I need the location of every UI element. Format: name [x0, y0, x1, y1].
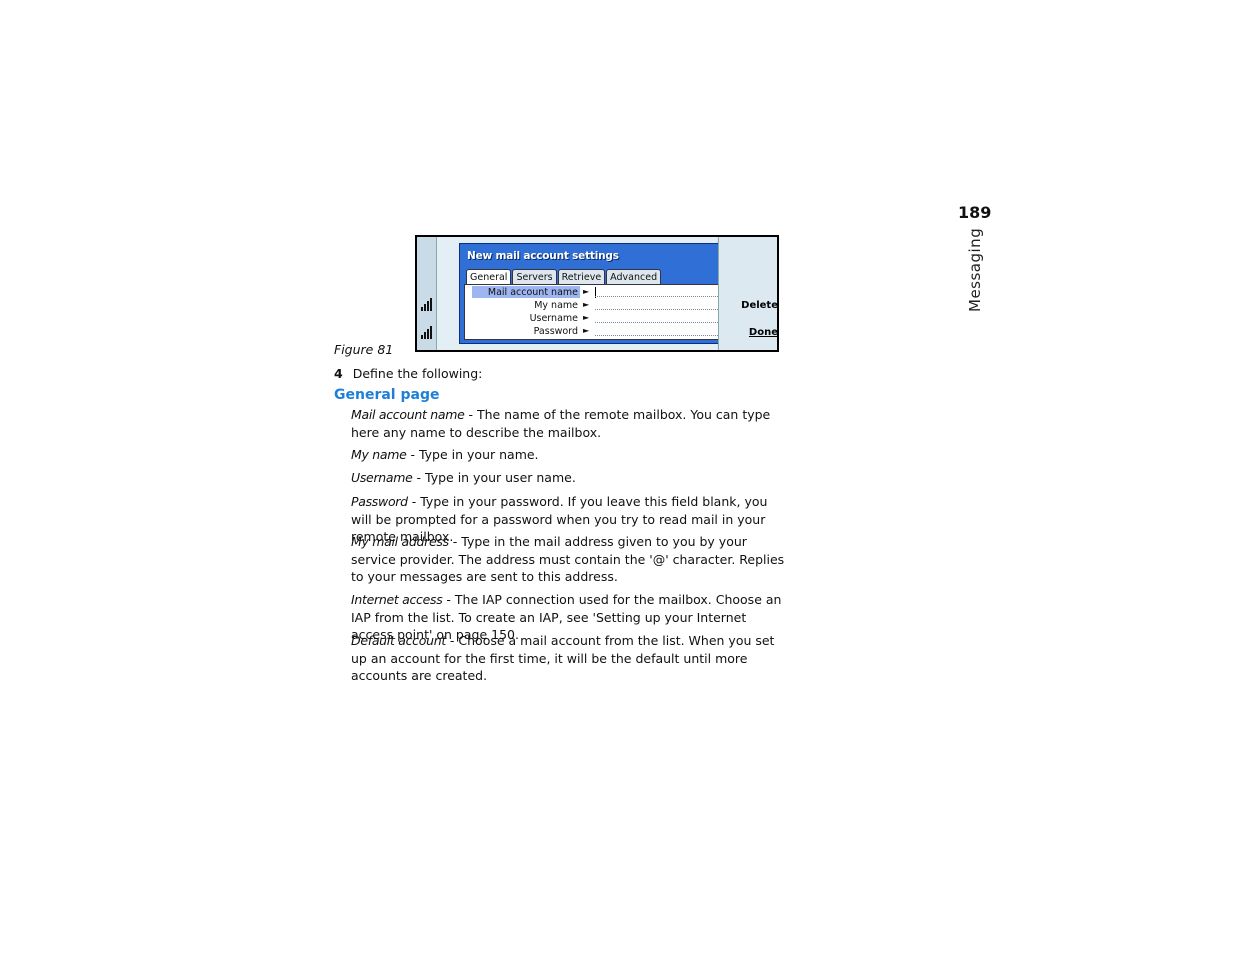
field-value[interactable]: [595, 296, 720, 297]
battery-icon: [421, 325, 432, 339]
settings-list: Mail account name ► My name ► Username ►…: [464, 284, 728, 340]
step: 4 Define the following:: [334, 366, 482, 381]
step-text: Define the following:: [352, 366, 483, 381]
definition-username: Username - Type in your user name.: [351, 469, 791, 487]
definition-term: Password: [351, 494, 408, 509]
field-label: My name: [534, 300, 578, 311]
signal-icon: [421, 297, 432, 311]
section-title-vertical: Messaging: [966, 227, 984, 312]
figure-caption: Figure 81: [334, 342, 394, 357]
field-label: Password: [533, 326, 578, 337]
field-mail-account-name[interactable]: Mail account name ►: [465, 286, 720, 300]
definition-text: - Type in your user name.: [412, 470, 576, 485]
page-number: 189: [958, 203, 992, 222]
definition-term: Default account: [351, 633, 446, 648]
done-button[interactable]: Done: [749, 327, 777, 338]
dialog-title: New mail account settings: [467, 250, 619, 262]
definition-term: My mail address: [351, 534, 449, 549]
status-strip: [417, 237, 437, 350]
field-value[interactable]: [595, 322, 720, 323]
definition-my-name: My name - Type in your name.: [351, 446, 791, 464]
section-heading: General page: [334, 387, 440, 403]
definition-my-mail-address: My mail address - Type in the mail addre…: [351, 533, 791, 586]
field-value[interactable]: [595, 335, 720, 336]
definition-term: Mail account name: [351, 407, 465, 422]
arrow-right-icon: ►: [583, 287, 590, 296]
definition-term: My name: [351, 447, 407, 462]
command-panel: Delete Done: [718, 237, 777, 350]
field-value[interactable]: [595, 309, 720, 310]
definition-mail-account-name: Mail account name - The name of the remo…: [351, 406, 791, 441]
field-label: Mail account name: [487, 287, 578, 298]
tab-bar: General Servers Retrieve Advanced: [466, 269, 662, 287]
arrow-right-icon: ►: [583, 313, 590, 322]
arrow-right-icon: ►: [583, 300, 590, 309]
step-number: 4: [334, 366, 343, 381]
delete-button[interactable]: Delete: [741, 300, 777, 311]
main-area: New mail account settings General Server…: [437, 237, 733, 350]
device-screenshot: New mail account settings General Server…: [415, 235, 779, 352]
field-username[interactable]: Username ►: [465, 313, 720, 326]
definition-term: Internet access: [351, 592, 443, 607]
definition-default-account: Default account - Choose a mail account …: [351, 632, 791, 685]
field-label: Username: [529, 313, 578, 324]
field-my-name[interactable]: My name ►: [465, 300, 720, 313]
definition-term: Username: [351, 470, 413, 485]
field-password[interactable]: Password ►: [465, 326, 720, 339]
arrow-right-icon: ►: [583, 326, 590, 335]
definition-text: - Type in your name.: [406, 447, 539, 462]
settings-dialog: New mail account settings General Server…: [459, 243, 733, 344]
